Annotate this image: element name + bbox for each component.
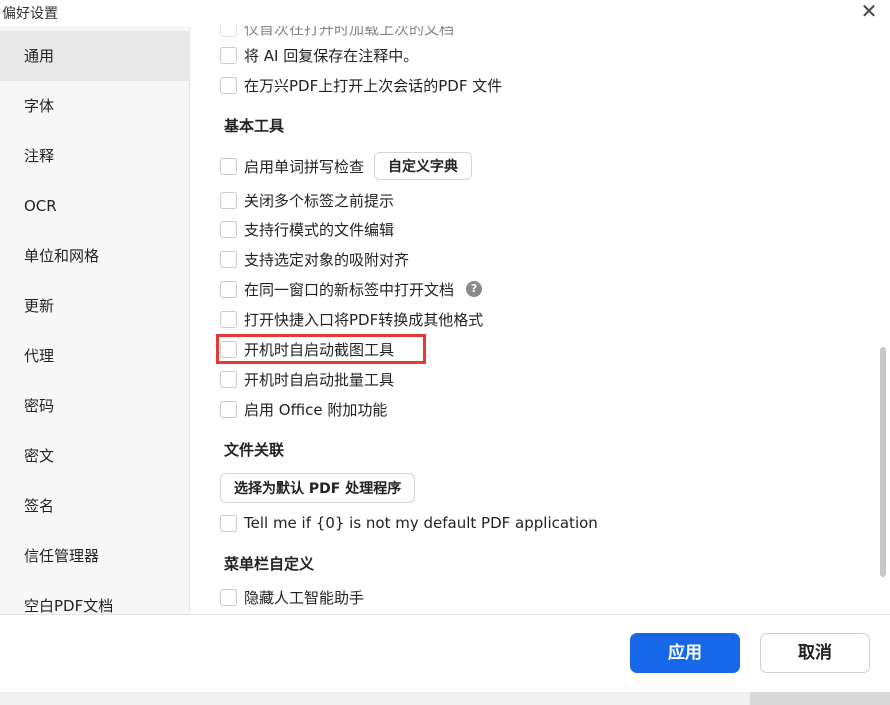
option-label: 关闭多个标签之前提示: [244, 191, 395, 210]
sidebar-item-general[interactable]: 通用: [0, 31, 189, 81]
prompt-close-tabs-checkbox[interactable]: [220, 191, 237, 209]
sidebar-item-ocr[interactable]: OCR: [0, 181, 189, 231]
sidebar-item-proxy[interactable]: 代理: [0, 331, 189, 381]
snap-align-checkbox[interactable]: [220, 250, 237, 268]
office-addin-checkbox[interactable]: [220, 400, 237, 418]
ai-save-checkbox[interactable]: [220, 46, 237, 64]
option-label: 在同一窗口的新标签中打开文档: [244, 280, 455, 299]
close-icon[interactable]: ✕: [858, 0, 880, 24]
line-mode-edit-checkbox[interactable]: [220, 220, 237, 238]
section-title-file-assoc: 文件关联: [224, 441, 285, 459]
option-row-default-pdf: 选择为默认 PDF 处理程序: [220, 472, 416, 504]
sidebar-item-trust-manager[interactable]: 信任管理器: [0, 531, 189, 581]
section-title-basic-tools: 基本工具: [224, 117, 285, 135]
spell-check-checkbox[interactable]: [220, 157, 237, 175]
option-label: 开机时自启动截图工具: [244, 340, 395, 359]
apply-button[interactable]: 应用: [630, 633, 740, 673]
sidebar-item-units-grid[interactable]: 单位和网格: [0, 231, 189, 281]
option-label: 打开快捷入口将PDF转换成其他格式: [244, 310, 484, 329]
sidebar-item-signature[interactable]: 签名: [0, 481, 189, 531]
cancel-button[interactable]: 取消: [760, 633, 870, 673]
dialog-footer: 应用 取消: [0, 614, 890, 693]
option-row-prompt-close: 关闭多个标签之前提示: [220, 188, 394, 212]
quick-convert-checkbox[interactable]: [220, 310, 237, 328]
option-row-quick-convert: 打开快捷入口将PDF转换成其他格式: [220, 307, 483, 331]
option-row-auto-batch: 开机时自启动批量工具: [220, 367, 394, 391]
option-row-office-addin: 启用 Office 附加功能: [220, 397, 387, 421]
sidebar-item-redaction[interactable]: 密文: [0, 431, 189, 481]
auto-screenshot-checkbox[interactable]: [220, 340, 237, 358]
default-pdf-handler-button[interactable]: 选择为默认 PDF 处理程序: [220, 473, 416, 503]
option-row-partial: 仅首次在打开时加载上次的文档: [220, 26, 454, 40]
scrollbar-thumb[interactable]: [880, 347, 886, 577]
option-label: 启用 Office 附加功能: [244, 400, 388, 419]
option-row-auto-screenshot: 开机时自启动截图工具: [220, 337, 394, 361]
option-row-same-window: 在同一窗口的新标签中打开文档 ?: [220, 277, 483, 301]
title-bar: 偏好设置 ✕: [0, 0, 890, 26]
option-row-reopen: 在万兴PDF上打开上次会话的PDF 文件: [220, 73, 502, 97]
auto-batch-checkbox[interactable]: [220, 370, 237, 388]
option-row-ai-save: 将 AI 回复保存在注释中。: [220, 43, 418, 67]
settings-content: 仅首次在打开时加载上次的文档 将 AI 回复保存在注释中。 在万兴PDF上打开上…: [190, 26, 890, 614]
section-title-menubar: 菜单栏自定义: [224, 555, 315, 573]
taskbar-fragment: [750, 692, 890, 705]
option-label: Tell me if {0} is not my default PDF app…: [244, 514, 598, 532]
window-title: 偏好设置: [2, 6, 58, 22]
option-label: 在万兴PDF上打开上次会话的PDF 文件: [244, 76, 503, 95]
option-label: 支持选定对象的吸附对齐: [244, 250, 410, 269]
reopen-session-checkbox[interactable]: [220, 76, 237, 94]
sidebar-item-annotation[interactable]: 注释: [0, 131, 189, 181]
option-row-snap-align: 支持选定对象的吸附对齐: [220, 247, 409, 271]
sidebar-item-font[interactable]: 字体: [0, 81, 189, 131]
option-label: 启用单词拼写检查: [244, 157, 365, 176]
option-label: 支持行模式的文件编辑: [244, 220, 395, 239]
same-window-tab-checkbox[interactable]: [220, 280, 237, 298]
scrollbar[interactable]: [876, 26, 890, 614]
option-row-line-mode: 支持行模式的文件编辑: [220, 217, 394, 241]
hide-ai-assistant-checkbox[interactable]: [220, 588, 237, 606]
option-label: 将 AI 回复保存在注释中。: [244, 46, 419, 65]
option-label: 开机时自启动批量工具: [244, 370, 395, 389]
option-row-tell-me: Tell me if {0} is not my default PDF app…: [220, 511, 598, 535]
help-icon[interactable]: ?: [466, 281, 483, 297]
custom-dictionary-button[interactable]: 自定义字典: [374, 152, 473, 180]
option-label: 隐藏人工智能助手: [244, 588, 365, 607]
sidebar-item-update[interactable]: 更新: [0, 281, 189, 331]
tell-me-checkbox[interactable]: [220, 514, 237, 532]
sidebar: 通用 字体 注释 OCR 单位和网格 更新 代理 密码 密文 签名 信任管理器 …: [0, 26, 190, 614]
option-row-hide-ai: 隐藏人工智能助手: [220, 585, 364, 609]
reopen-last-checkbox[interactable]: [220, 26, 237, 37]
option-label: 仅首次在打开时加载上次的文档: [244, 26, 455, 38]
sidebar-item-password[interactable]: 密码: [0, 381, 189, 431]
sidebar-item-blank-pdf[interactable]: 空白PDF文档: [0, 581, 189, 614]
option-row-spell-check: 启用单词拼写检查 自定义字典: [220, 151, 473, 181]
